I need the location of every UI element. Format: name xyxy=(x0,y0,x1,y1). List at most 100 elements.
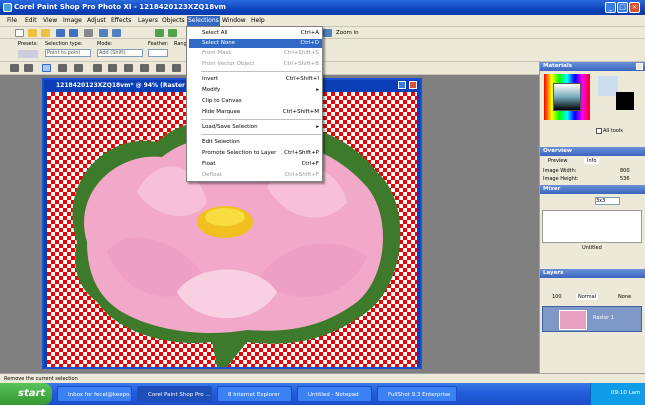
image-width-label: Image Width: xyxy=(543,168,577,174)
presets-label: Presets: xyxy=(18,41,38,47)
all-tools-checkbox[interactable] xyxy=(596,128,602,134)
menu-objects[interactable]: Objects xyxy=(162,17,185,24)
taskbar-item-internet-explorer[interactable]: 8 Internet Explorer xyxy=(217,386,292,402)
menu-item-float[interactable]: Float Ctrl+F xyxy=(202,160,322,169)
zoom-tool-icon[interactable] xyxy=(24,64,33,72)
save-icon[interactable] xyxy=(56,29,65,37)
feather-input[interactable] xyxy=(148,49,168,57)
mixer-canvas[interactable] xyxy=(542,210,642,243)
layer-row[interactable]: Raster 1 xyxy=(542,306,642,332)
redo-icon[interactable] xyxy=(112,29,121,37)
menu-adjust[interactable]: Adjust xyxy=(87,17,106,24)
taskbar-item-fullshot[interactable]: FullShot 9.3 Enterprise xyxy=(377,386,457,402)
close-button[interactable]: × xyxy=(629,2,640,13)
one-step-fix-icon[interactable] xyxy=(155,29,164,37)
menu-item-clip-to-canvas[interactable]: Clip to Canvas xyxy=(202,97,322,106)
layer-thumbnail xyxy=(559,310,587,330)
selection-type-select[interactable]: Point to point xyxy=(45,49,91,57)
menu-image[interactable]: Image xyxy=(63,17,82,24)
image-height-label: Image Height: xyxy=(543,176,579,182)
menu-item-promote-selection[interactable]: Promote Selection to Layer Ctrl+Shift+P xyxy=(202,149,322,158)
menu-item-select-all[interactable]: Select All Ctrl+A xyxy=(202,29,322,38)
selections-menu: Select All Ctrl+A Select None Ctrl+D From … xyxy=(186,26,323,182)
menu-help[interactable]: Help xyxy=(251,17,265,24)
system-tray: 09:10 Lam xyxy=(590,383,645,405)
browse-icon[interactable] xyxy=(41,29,50,37)
minimize-button[interactable]: _ xyxy=(605,2,616,13)
menu-item-invert[interactable]: Invert Ctrl+Shift+I xyxy=(202,75,322,84)
layers-header: Layers xyxy=(540,269,645,278)
image-width-value: 800 xyxy=(620,168,630,174)
zoom-in-label[interactable]: Zoom in xyxy=(336,30,359,36)
all-tools-label: All tools xyxy=(603,128,623,134)
crop-tool-icon[interactable] xyxy=(93,64,102,72)
image-height-value: 536 xyxy=(620,176,630,182)
paint-brush-icon[interactable] xyxy=(124,64,133,72)
new-icon[interactable] xyxy=(15,29,24,37)
pan-tool-icon[interactable] xyxy=(10,64,19,72)
app-icon xyxy=(3,3,12,12)
background-swatch[interactable] xyxy=(616,92,634,110)
menu-item-from-vector-object[interactable]: From Vector Object Ctrl+Shift+B xyxy=(202,60,322,69)
selection-type-label: Selection type: xyxy=(45,41,83,47)
menu-view[interactable]: View xyxy=(43,17,57,24)
dropper-icon[interactable] xyxy=(74,64,83,72)
taskbar-item-paint-shop-pro[interactable]: Corel Paint Shop Pro ... xyxy=(137,386,212,402)
status-bar: Remove the current selection xyxy=(0,373,645,383)
start-button[interactable]: start xyxy=(0,383,52,405)
menu-item-defloat[interactable]: Defloat Ctrl+Shift+F xyxy=(202,171,322,180)
menu-window[interactable]: Window xyxy=(222,17,246,24)
doc-maximize-button[interactable] xyxy=(398,81,406,89)
info-tab[interactable]: Info xyxy=(584,158,600,164)
menu-edit[interactable]: Edit xyxy=(25,17,37,24)
layer-name[interactable]: Raster 1 xyxy=(593,315,614,321)
menu-item-from-mask[interactable]: From Mask Ctrl+Shift+S xyxy=(202,49,322,58)
window-title: Corel Paint Shop Pro Photo XI - 12184201… xyxy=(14,3,226,11)
overview-header: Overview xyxy=(540,147,645,156)
zoom-in-icon[interactable] xyxy=(323,29,332,37)
clone-brush-icon[interactable] xyxy=(140,64,149,72)
text-tool-icon[interactable] xyxy=(172,64,181,72)
taskbar-item-inbox[interactable]: Inbox for fecel@keepo... xyxy=(57,386,132,402)
open-icon[interactable] xyxy=(28,29,37,37)
mode-select[interactable]: Add (Shift) xyxy=(97,49,143,57)
mode-label: Mode: xyxy=(97,41,113,47)
menu-item-select-none[interactable]: Select None Ctrl+D xyxy=(189,39,322,48)
save-as-icon[interactable] xyxy=(69,29,78,37)
straighten-tool-icon[interactable] xyxy=(108,64,117,72)
layer-lock[interactable]: None xyxy=(618,294,631,300)
taskbar: start Inbox for fecel@keepo... Corel Pai… xyxy=(0,383,645,405)
print-icon[interactable] xyxy=(84,29,93,37)
mixer-header: Mixer xyxy=(540,185,645,194)
menu-effects[interactable]: Effects xyxy=(111,17,131,24)
presets-dropdown[interactable] xyxy=(18,50,38,58)
undo-icon[interactable] xyxy=(99,29,108,37)
mixer-size-select[interactable]: 3x3 xyxy=(595,197,620,205)
menu-item-modify[interactable]: Modify ▸ xyxy=(202,86,322,95)
menu-item-load-save-selection[interactable]: Load/Save Selection ▸ xyxy=(202,123,322,132)
menu-selections[interactable]: Selections xyxy=(187,16,220,26)
clock[interactable]: 09:10 Lam xyxy=(611,390,640,396)
materials-header: Materials xyxy=(540,62,645,71)
taskbar-item-notepad[interactable]: Untitled - Notepad xyxy=(297,386,372,402)
photo-fix-icon[interactable] xyxy=(168,29,177,37)
doc-close-button[interactable] xyxy=(409,81,417,89)
layer-opacity[interactable]: 100 xyxy=(552,294,562,300)
preview-tab[interactable]: Preview xyxy=(548,158,567,164)
menu-file[interactable]: File xyxy=(7,17,17,24)
title-bar: Corel Paint Shop Pro Photo XI - 12184201… xyxy=(0,0,645,15)
foreground-swatch[interactable] xyxy=(598,76,618,96)
color-picker-square[interactable] xyxy=(553,83,581,111)
maximize-button[interactable]: □ xyxy=(617,2,628,13)
mixer-untitled: Untitled xyxy=(582,245,602,251)
menu-item-edit-selection[interactable]: Edit Selection xyxy=(202,138,322,147)
freehand-selection-icon[interactable] xyxy=(42,64,51,72)
materials-close-icon[interactable] xyxy=(636,63,643,70)
menu-layers[interactable]: Layers xyxy=(138,17,158,24)
eraser-icon[interactable] xyxy=(156,64,165,72)
feather-label: Feather: xyxy=(148,41,169,47)
magic-wand-icon[interactable] xyxy=(58,64,67,72)
right-palettes: Materials All tools Overview Preview Inf… xyxy=(539,62,645,373)
blend-mode-select[interactable]: Normal xyxy=(576,294,599,300)
menu-item-hide-marquee[interactable]: Hide Marquee Ctrl+Shift+M xyxy=(202,108,322,117)
